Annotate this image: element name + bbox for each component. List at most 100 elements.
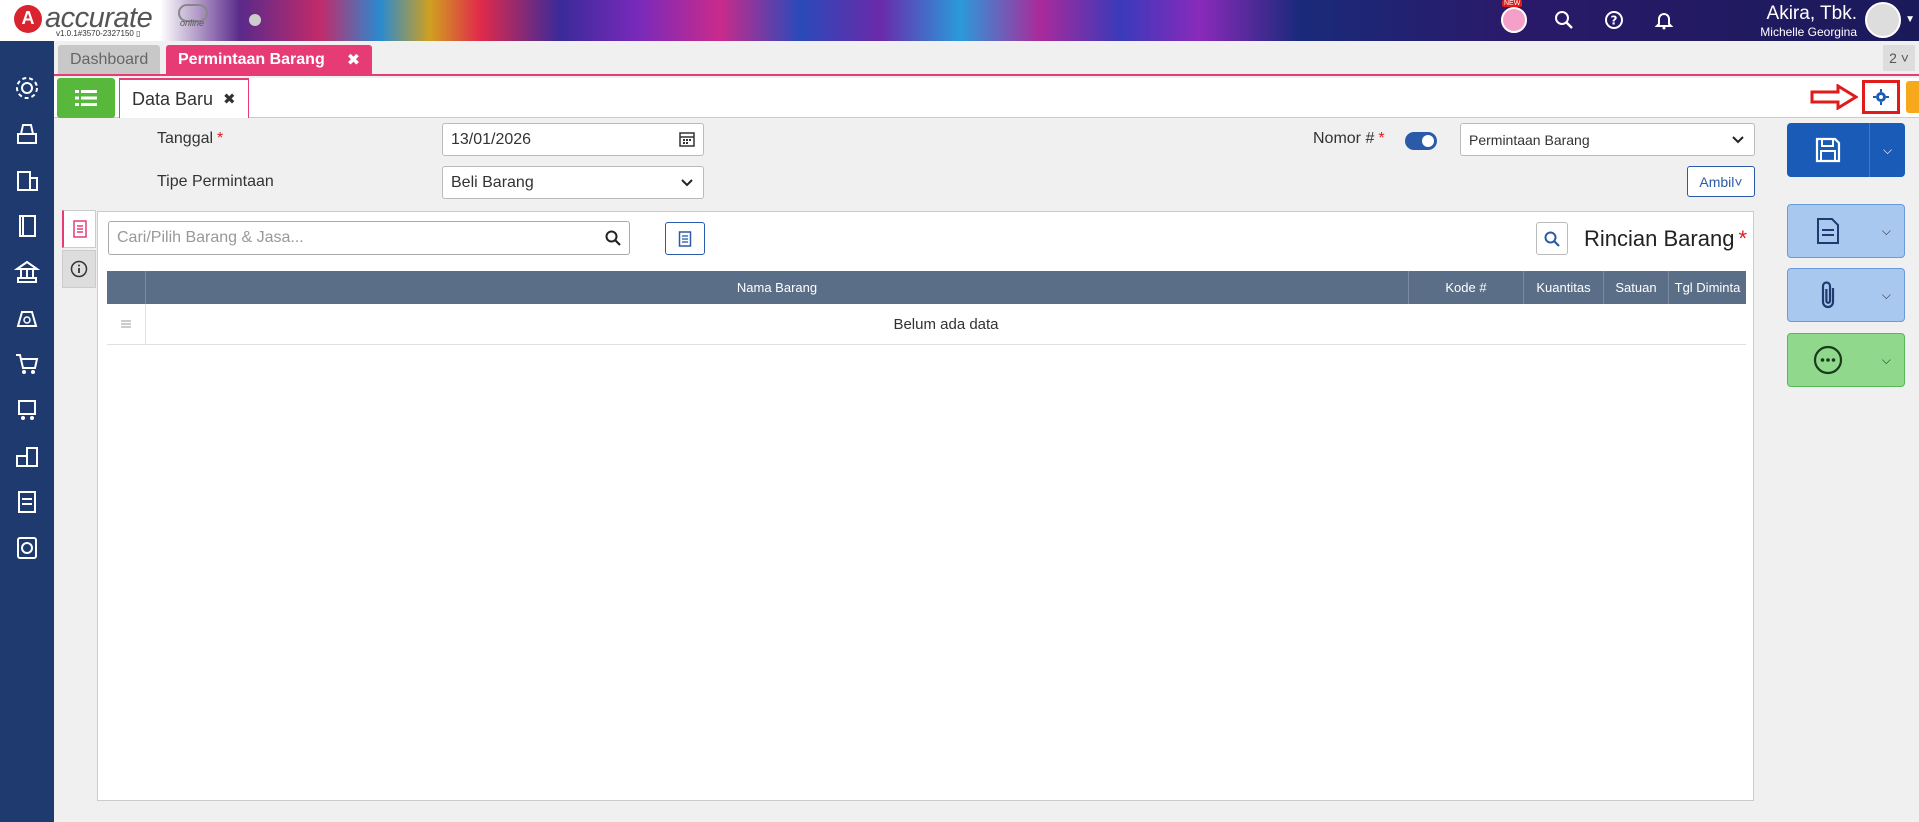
close-icon[interactable]: ✖ — [347, 50, 360, 70]
empty-table-message: Belum ada data — [893, 315, 999, 333]
user-name: Michelle Georgina — [1760, 25, 1857, 39]
sidebar-item-cashier[interactable] — [0, 111, 54, 157]
print-button[interactable] — [1788, 205, 1869, 257]
tab-dashboard-label: Dashboard — [70, 50, 149, 68]
tab-permintaan-barang[interactable]: Permintaan Barang ✖ — [166, 45, 373, 74]
ambil-label: Ambil — [1699, 173, 1735, 190]
nomor-select[interactable]: Permintaan Barang — [1460, 123, 1755, 156]
search-detail-button[interactable] — [1536, 222, 1568, 255]
tab-info[interactable] — [62, 250, 96, 288]
calendar-icon[interactable] — [679, 131, 695, 147]
save-button-group: ⌵ — [1787, 123, 1905, 177]
left-sidebar — [0, 41, 54, 822]
attachment-actions-group: ⌵ — [1787, 268, 1905, 322]
nomor-label-text: Nomor # — [1313, 130, 1375, 147]
cart-icon — [16, 354, 39, 374]
attachment-dropdown-button[interactable]: ⌵ — [1869, 269, 1904, 321]
sidebar-item-inventory[interactable] — [0, 433, 54, 479]
item-table: Nama Barang Kode # Kuantitas Satuan Tgl … — [107, 271, 1746, 345]
company-name: Akira, Tbk. — [1766, 3, 1857, 24]
sidebar-item-ledger[interactable] — [0, 203, 54, 249]
column-header-satuan[interactable]: Satuan — [1604, 271, 1669, 304]
status-dot-icon — [249, 14, 261, 26]
table-row: Belum ada data — [107, 303, 1746, 345]
chevron-down-icon[interactable]: ▼ — [1905, 14, 1915, 25]
detail-title: Rincian Barang * — [1584, 226, 1747, 252]
tipe-permintaan-select[interactable]: Beli Barang — [442, 166, 704, 199]
help-icon[interactable]: ? — [1600, 6, 1628, 34]
search-icon — [1544, 231, 1560, 247]
tab-count: 2 — [1889, 50, 1897, 66]
more-button[interactable] — [1788, 334, 1869, 386]
save-button[interactable] — [1787, 123, 1869, 177]
close-icon[interactable]: ✖ — [223, 90, 236, 108]
sales-cart-icon — [18, 400, 36, 420]
sidebar-item-money[interactable] — [0, 295, 54, 341]
attachment-button[interactable] — [1788, 269, 1869, 321]
nomor-value: Permintaan Barang — [1469, 131, 1590, 148]
auto-number-toggle[interactable] — [1405, 132, 1437, 150]
tab-data-baru-label: Data Baru — [132, 88, 214, 109]
document-icon — [678, 230, 692, 247]
list-icon — [75, 90, 97, 106]
required-mark: * — [1738, 226, 1747, 251]
sidebar-item-settings[interactable] — [0, 65, 54, 111]
sidebar-item-purchase[interactable] — [0, 341, 54, 387]
column-header-kuantitas[interactable]: Kuantitas — [1524, 271, 1604, 304]
sidebar-item-reports[interactable] — [0, 525, 54, 571]
sidebar-item-sales[interactable] — [0, 387, 54, 433]
new-badge: NEW — [1502, 0, 1523, 7]
cashier-icon — [17, 124, 37, 144]
info-icon — [70, 260, 88, 278]
sub-header: Data Baru ✖ — [54, 78, 1919, 118]
logo-sub: online — [180, 18, 205, 28]
document-dropdown-button[interactable]: ⌵ — [1869, 205, 1904, 257]
column-header-kode[interactable]: Kode # — [1409, 271, 1524, 304]
gear-icon — [16, 77, 38, 99]
tips-button[interactable] — [1906, 81, 1919, 113]
sidebar-item-tax[interactable] — [0, 479, 54, 525]
tipe-permintaan-label: Tipe Permintaan — [157, 173, 274, 190]
book-icon — [19, 215, 36, 237]
tanggal-label-text: Tanggal — [157, 130, 214, 147]
new-feature-icon[interactable]: NEW — [1500, 0, 1528, 34]
item-search-placeholder: Cari/Pilih Barang & Jasa... — [117, 229, 304, 246]
tab-data-baru[interactable]: Data Baru ✖ — [119, 78, 249, 118]
top-header: A accurate online v1.0.1#3570-2327150 ▯ … — [0, 0, 1919, 41]
sidebar-item-company[interactable] — [0, 157, 54, 203]
column-header-tgl-diminta[interactable]: Tgl Diminta — [1669, 271, 1746, 304]
bank-icon — [13, 260, 41, 283]
document-button[interactable] — [665, 222, 705, 255]
search-icon[interactable] — [1550, 6, 1578, 34]
tab-dashboard[interactable]: Dashboard — [58, 45, 161, 74]
required-mark: * — [217, 130, 224, 147]
item-search-input[interactable]: Cari/Pilih Barang & Jasa... — [108, 221, 630, 255]
sidebar-item-bank[interactable] — [0, 249, 54, 295]
nomor-label: Nomor # * — [1313, 130, 1385, 148]
version-text: v1.0.1#3570-2327150 ▯ — [56, 29, 141, 38]
detail-panel: Cari/Pilih Barang & Jasa... Rincian Bara… — [97, 211, 1754, 801]
avatar[interactable] — [1865, 2, 1901, 38]
report-icon — [17, 537, 37, 559]
drag-handle-icon[interactable] — [107, 303, 146, 345]
tanggal-field[interactable]: 13/01/2026 — [442, 123, 704, 156]
tab-detail[interactable] — [62, 210, 96, 248]
more-actions-group: ⌵ — [1787, 333, 1905, 387]
bell-icon[interactable] — [1650, 6, 1678, 34]
save-dropdown-button[interactable]: ⌵ — [1869, 123, 1905, 177]
table-header-handle — [107, 271, 146, 304]
logo-mark-icon: A — [14, 4, 42, 33]
ambil-button[interactable]: Ambil ˅ — [1687, 166, 1755, 197]
list-view-button[interactable] — [57, 78, 115, 118]
tab-count-dropdown[interactable]: 2 ˅ — [1883, 45, 1915, 71]
save-icon — [1815, 137, 1841, 163]
more-dropdown-button[interactable]: ⌵ — [1869, 334, 1904, 386]
settings-button[interactable] — [1862, 80, 1900, 114]
detail-title-text: Rincian Barang — [1584, 226, 1735, 251]
arrow-right-icon — [1810, 84, 1858, 110]
paperclip-icon — [1822, 281, 1835, 309]
document-actions-group: ⌵ — [1787, 204, 1905, 258]
column-header-nama-barang[interactable]: Nama Barang — [146, 271, 1409, 304]
search-icon[interactable] — [605, 230, 621, 246]
user-info[interactable]: Akira, Tbk. Michelle Georgina — [1760, 3, 1857, 39]
